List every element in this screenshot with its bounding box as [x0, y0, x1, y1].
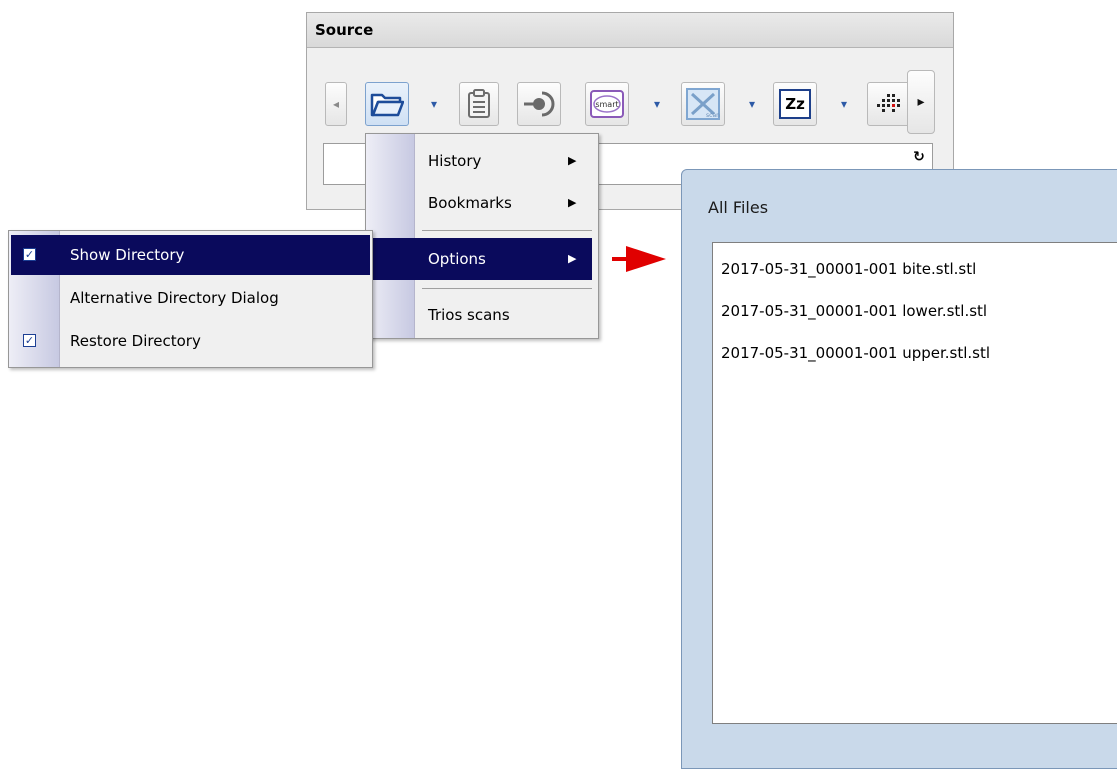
scan-icon-label: scan: [706, 112, 720, 119]
options-submenu-arrow-icon: ▶: [568, 252, 577, 265]
menu-item-trios-scans[interactable]: Trios scans: [366, 298, 598, 332]
bookmarks-submenu-arrow-icon: ▶: [568, 196, 577, 209]
smart-icon: smart: [590, 90, 624, 118]
file-item-upper[interactable]: 2017-05-31_00001-001 upper.stl.stl: [713, 337, 1117, 379]
options-submenu: ✓ Show Directory Alternative Directory D…: [8, 230, 373, 368]
chevron-left-icon: ◂: [332, 97, 340, 111]
menu-item-alternative-directory-dialog[interactable]: Alternative Directory Dialog: [9, 279, 372, 317]
annotation-arrow: [612, 246, 666, 272]
toolbar-scroll-right-button[interactable]: ▸: [907, 70, 935, 134]
sleep-button[interactable]: Zz: [773, 82, 817, 126]
import-button[interactable]: [517, 82, 561, 126]
refresh-icon: ↻: [913, 149, 925, 165]
chevron-right-icon: ▸: [917, 94, 925, 110]
clipboard-button[interactable]: [459, 82, 499, 126]
menu-item-restore-directory-label: Restore Directory: [70, 332, 201, 350]
files-list[interactable]: 2017-05-31_00001-001 bite.stl.stl 2017-0…: [712, 242, 1117, 724]
menu-item-history-label: History: [428, 152, 482, 170]
scan-icon: scan: [686, 88, 720, 120]
folder-open-icon: [370, 93, 404, 117]
menu-item-options[interactable]: Options ▶: [370, 238, 592, 280]
menu-item-alternative-directory-dialog-label: Alternative Directory Dialog: [70, 289, 279, 307]
sleep-icon-label: Zz: [785, 95, 805, 113]
menu-item-bookmarks-label: Bookmarks: [428, 194, 512, 212]
menu-item-restore-directory[interactable]: ✓ Restore Directory: [9, 321, 372, 361]
refresh-button[interactable]: ↻: [906, 144, 932, 170]
file-item-bite[interactable]: 2017-05-31_00001-001 bite.stl.stl: [713, 253, 1117, 295]
toolbar-scroll-left-button[interactable]: ◂: [325, 82, 347, 126]
dental-grid-icon: [877, 94, 900, 112]
source-panel-title: Source: [307, 13, 953, 48]
show-directory-checkbox[interactable]: ✓: [23, 248, 36, 261]
sleep-icon: Zz: [779, 89, 811, 119]
menu-item-show-directory[interactable]: ✓ Show Directory: [11, 235, 370, 275]
scan-dropdown-arrow[interactable]: ▾: [745, 97, 759, 111]
menu-item-show-directory-label: Show Directory: [70, 246, 185, 264]
open-folder-button[interactable]: [365, 82, 409, 126]
sleep-dropdown-arrow[interactable]: ▾: [837, 97, 851, 111]
menu-separator: [422, 288, 592, 289]
menu-item-trios-scans-label: Trios scans: [428, 306, 510, 324]
dental-grid-button[interactable]: [867, 82, 911, 126]
all-files-window: All Files 2017-05-31_00001-001 bite.stl.…: [681, 169, 1117, 769]
smart-dropdown-arrow[interactable]: ▾: [650, 97, 664, 111]
file-item-lower[interactable]: 2017-05-31_00001-001 lower.stl.stl: [713, 295, 1117, 337]
open-folder-menu: History ▶ Bookmarks ▶ Options ▶ Trios sc…: [365, 133, 599, 339]
restore-directory-checkbox[interactable]: ✓: [23, 334, 36, 347]
menu-separator: [422, 230, 592, 231]
menu-item-history[interactable]: History ▶: [366, 144, 598, 178]
open-folder-dropdown-arrow[interactable]: ▾: [427, 97, 441, 111]
smart-icon-label: smart: [595, 100, 618, 109]
clipboard-icon: [468, 89, 490, 118]
all-files-title: All Files: [708, 198, 769, 217]
smart-button[interactable]: smart: [585, 82, 629, 126]
menu-item-bookmarks[interactable]: Bookmarks ▶: [366, 186, 598, 220]
import-icon: [524, 91, 555, 117]
history-submenu-arrow-icon: ▶: [568, 154, 577, 167]
scan-button[interactable]: scan: [681, 82, 725, 126]
menu-item-options-label: Options: [428, 250, 486, 268]
